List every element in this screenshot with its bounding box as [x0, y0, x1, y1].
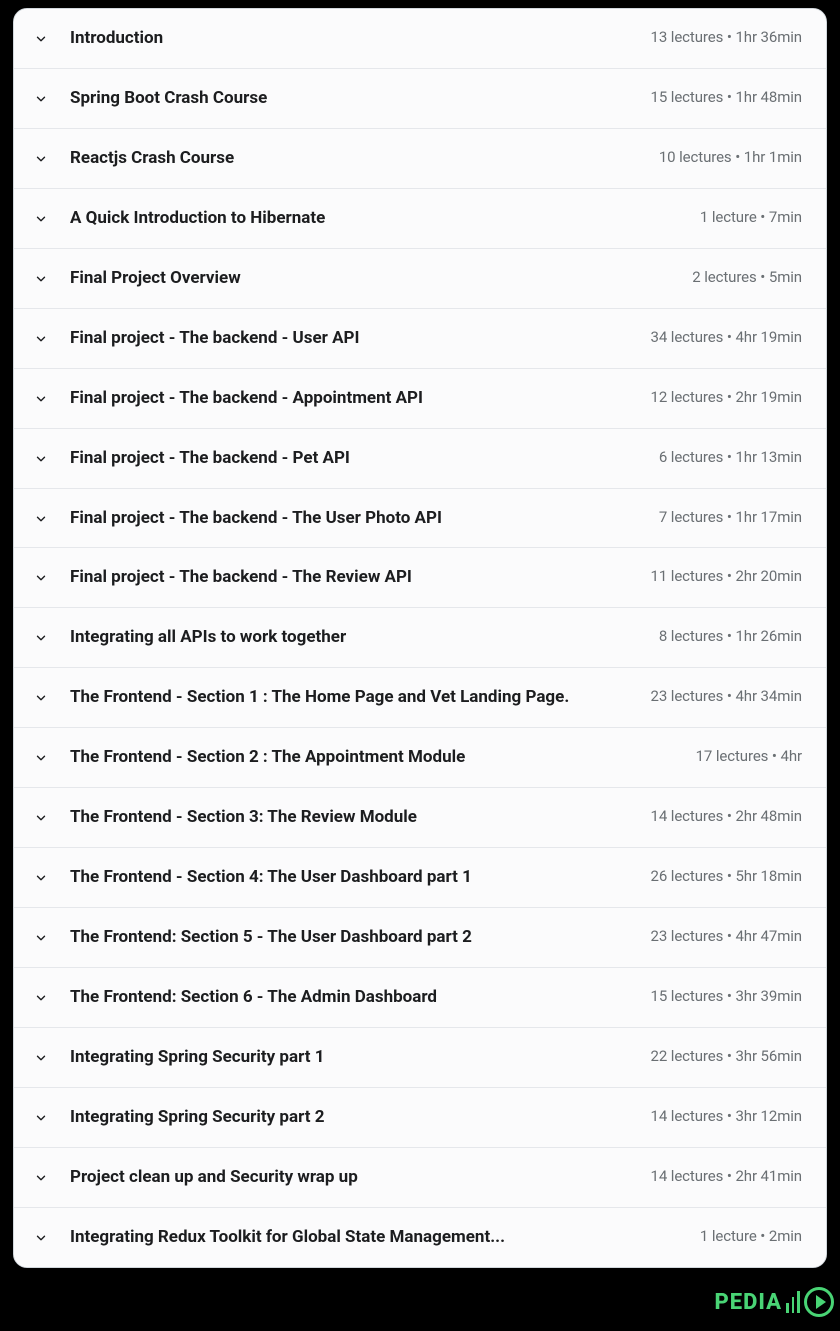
section-meta: 1 lecture • 2min [700, 1227, 802, 1245]
section-meta: 23 lectures • 4hr 47min [651, 927, 803, 945]
section-row[interactable]: Final project - The backend - The Review… [14, 548, 826, 608]
section-row[interactable]: Integrating all APIs to work together8 l… [14, 608, 826, 668]
section-meta: 34 lectures • 4hr 19min [651, 328, 803, 346]
chevron-down-icon [34, 991, 48, 1005]
section-title: Project clean up and Security wrap up [70, 1166, 651, 1189]
section-meta: 15 lectures • 1hr 48min [651, 88, 803, 106]
chevron-down-icon [34, 1231, 48, 1245]
section-meta: 22 lectures • 3hr 56min [651, 1047, 803, 1065]
section-meta: 15 lectures • 3hr 39min [651, 987, 803, 1005]
section-title: Integrating Redux Toolkit for Global Sta… [70, 1226, 700, 1249]
section-row[interactable]: The Frontend - Section 3: The Review Mod… [14, 788, 826, 848]
section-title: The Frontend: Section 5 - The User Dashb… [70, 926, 651, 949]
section-title: Final project - The backend - Pet API [70, 447, 659, 470]
chevron-down-icon [34, 751, 48, 765]
section-title: Final project - The backend - Appointmen… [70, 387, 651, 410]
section-meta: 26 lectures • 5hr 18min [651, 867, 803, 885]
section-meta: 14 lectures • 2hr 48min [651, 807, 803, 825]
section-row[interactable]: Final project - The backend - Pet API6 l… [14, 429, 826, 489]
chevron-down-icon [34, 392, 48, 406]
section-row[interactable]: Project clean up and Security wrap up14 … [14, 1148, 826, 1208]
section-title: The Frontend - Section 4: The User Dashb… [70, 866, 651, 889]
chevron-down-icon [34, 571, 48, 585]
chevron-down-icon [34, 332, 48, 346]
chevron-down-icon [34, 931, 48, 945]
watermark-text: PEDIA [715, 1290, 782, 1315]
chevron-down-icon [34, 871, 48, 885]
section-title: Reactjs Crash Course [70, 147, 659, 170]
section-title: Spring Boot Crash Course [70, 87, 651, 110]
section-title: Final project - The backend - The Review… [70, 566, 651, 589]
section-title: The Frontend: Section 6 - The Admin Dash… [70, 986, 651, 1009]
chevron-down-icon [34, 1171, 48, 1185]
chevron-down-icon [34, 32, 48, 46]
section-meta: 14 lectures • 3hr 12min [651, 1107, 803, 1125]
section-row[interactable]: The Frontend - Section 4: The User Dashb… [14, 848, 826, 908]
section-title: The Frontend - Section 3: The Review Mod… [70, 806, 651, 829]
section-row[interactable]: Integrating Spring Security part 214 lec… [14, 1088, 826, 1148]
section-row[interactable]: The Frontend - Section 2 : The Appointme… [14, 728, 826, 788]
section-row[interactable]: Spring Boot Crash Course15 lectures • 1h… [14, 69, 826, 129]
section-row[interactable]: Final project - The backend - Appointmen… [14, 369, 826, 429]
section-meta: 10 lectures • 1hr 1min [659, 148, 802, 166]
chevron-down-icon [34, 691, 48, 705]
chevron-down-icon [34, 272, 48, 286]
section-title: Final project - The backend - User API [70, 327, 651, 350]
section-meta: 1 lecture • 7min [700, 208, 802, 226]
section-title: Integrating all APIs to work together [70, 626, 659, 649]
section-row[interactable]: The Frontend: Section 5 - The User Dashb… [14, 908, 826, 968]
section-row[interactable]: Reactjs Crash Course10 lectures • 1hr 1m… [14, 129, 826, 189]
section-title: A Quick Introduction to Hibernate [70, 207, 700, 230]
section-title: Integrating Spring Security part 2 [70, 1106, 651, 1129]
chevron-down-icon [34, 212, 48, 226]
section-title: Final project - The backend - The User P… [70, 507, 659, 530]
section-meta: 13 lectures • 1hr 36min [651, 28, 803, 46]
section-title: The Frontend - Section 2 : The Appointme… [70, 746, 696, 769]
section-meta: 17 lectures • 4hr [696, 747, 802, 765]
chevron-down-icon [34, 92, 48, 106]
section-row[interactable]: Final project - The backend - The User P… [14, 489, 826, 549]
section-row[interactable]: A Quick Introduction to Hibernate1 lectu… [14, 189, 826, 249]
section-meta: 6 lectures • 1hr 13min [659, 448, 802, 466]
section-meta: 12 lectures • 2hr 19min [651, 388, 803, 406]
section-row[interactable]: Introduction13 lectures • 1hr 36min [14, 9, 826, 69]
section-row[interactable]: Final project - The backend - User API34… [14, 309, 826, 369]
chevron-down-icon [34, 811, 48, 825]
chevron-down-icon [34, 1051, 48, 1065]
chevron-down-icon [34, 631, 48, 645]
chevron-down-icon [34, 152, 48, 166]
equalizer-icon [786, 1291, 800, 1313]
section-meta: 2 lectures • 5min [692, 268, 802, 286]
chevron-down-icon [34, 1111, 48, 1125]
section-title: The Frontend - Section 1 : The Home Page… [70, 686, 651, 709]
section-row[interactable]: Integrating Redux Toolkit for Global Sta… [14, 1208, 826, 1267]
section-title: Integrating Spring Security part 1 [70, 1046, 651, 1069]
section-row[interactable]: Integrating Spring Security part 122 lec… [14, 1028, 826, 1088]
course-sections-list: Introduction13 lectures • 1hr 36minSprin… [13, 8, 827, 1268]
chevron-down-icon [34, 512, 48, 526]
section-row[interactable]: The Frontend - Section 1 : The Home Page… [14, 668, 826, 728]
section-title: Introduction [70, 27, 651, 50]
section-meta: 7 lectures • 1hr 17min [659, 508, 802, 526]
section-meta: 23 lectures • 4hr 34min [651, 687, 803, 705]
section-meta: 11 lectures • 2hr 20min [651, 567, 803, 585]
watermark: PEDIA [715, 1287, 834, 1317]
section-title: Final Project Overview [70, 267, 692, 290]
section-meta: 8 lectures • 1hr 26min [659, 627, 802, 645]
section-row[interactable]: Final Project Overview2 lectures • 5min [14, 249, 826, 309]
chevron-down-icon [34, 452, 48, 466]
play-icon [804, 1287, 834, 1317]
section-row[interactable]: The Frontend: Section 6 - The Admin Dash… [14, 968, 826, 1028]
section-meta: 14 lectures • 2hr 41min [651, 1167, 803, 1185]
